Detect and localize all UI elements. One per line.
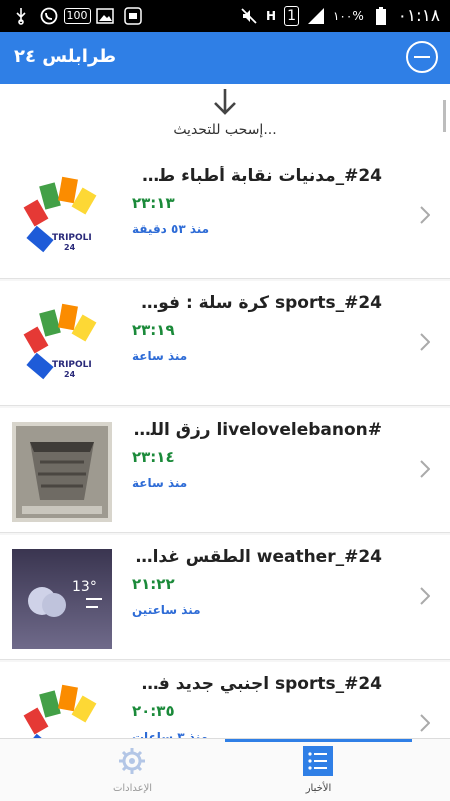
list-item[interactable]: 13° #24_weather الطقس غدا صاف ا.. ٢١:٢٢ … bbox=[0, 535, 450, 660]
image-icon bbox=[96, 7, 114, 25]
item-time: ٢٣:١٤ bbox=[132, 448, 175, 466]
svg-text:24: 24 bbox=[64, 370, 76, 379]
item-ago: منذ ساعة bbox=[132, 476, 188, 490]
app-icon bbox=[124, 7, 142, 25]
tripoli-24-logo: TRIPOLI 24 bbox=[23, 303, 97, 380]
svg-text:TRIPOLI: TRIPOLI bbox=[52, 233, 92, 243]
list-icon bbox=[303, 746, 333, 776]
news-list: TRIPOLI 24 #24_مدنيات نقابة أطباء طرابلس… bbox=[0, 154, 450, 738]
list-item[interactable]: TRIPOLI 24 #24_sports اجنبي جديد في صفوف… bbox=[0, 662, 450, 738]
scrollbar[interactable] bbox=[443, 100, 446, 132]
pull-to-refresh[interactable]: ...إسحب للتحديث bbox=[0, 84, 450, 155]
usb-icon bbox=[12, 7, 30, 25]
weather-widget-thumbnail: 13° bbox=[12, 549, 112, 649]
list-item[interactable]: #livelovelebanon رزق الله، صور.. ٢٣:١٤ م… bbox=[0, 408, 450, 533]
network-type: H bbox=[266, 9, 277, 23]
app-header: طرابلس ٢٤ bbox=[0, 32, 450, 84]
item-time: ٢٠:٣٥ bbox=[132, 702, 175, 720]
notification-badge: 100 bbox=[63, 8, 91, 24]
item-title: #24_sports اجنبي جديد في صفوفي bbox=[132, 674, 382, 694]
item-title: #livelovelebanon رزق الله، صور.. bbox=[132, 420, 382, 440]
item-title: #24_مدنيات نقابة أطباء طرابلس استن... bbox=[132, 166, 382, 186]
refresh-label: ...إسحب للتحديث bbox=[173, 122, 277, 138]
svg-text:TRIPOLI: TRIPOLI bbox=[52, 360, 92, 370]
item-time: ٢٣:١٣ bbox=[132, 194, 175, 212]
signal-icon bbox=[307, 7, 325, 25]
list-item[interactable]: TRIPOLI 24 #24_مدنيات نقابة أطباء طرابلس… bbox=[0, 154, 450, 279]
battery-percent: ١٠٠% bbox=[332, 9, 364, 23]
clock: ٠١:١٨ bbox=[397, 6, 440, 26]
chevron-right-icon bbox=[420, 460, 430, 478]
chevron-right-icon bbox=[420, 587, 430, 605]
whatsapp-icon bbox=[40, 7, 58, 25]
item-time: ٢١:٢٢ bbox=[132, 575, 175, 593]
battery-icon bbox=[372, 7, 390, 25]
mute-icon bbox=[240, 7, 258, 25]
tab-settings-label: الإعدادات bbox=[112, 783, 153, 794]
status-left: 100 bbox=[0, 7, 142, 25]
item-ago: منذ ساعتين bbox=[132, 603, 201, 617]
chevron-right-icon bbox=[420, 206, 430, 224]
tripoli-24-logo: TRIPOLI 24 bbox=[23, 176, 97, 253]
item-title: #24_weather الطقس غدا صاف ا.. bbox=[132, 547, 382, 567]
storage-icon: 100 bbox=[63, 7, 91, 25]
tab-settings[interactable]: الإعدادات bbox=[20, 739, 245, 801]
item-ago: منذ ٣ ساعات bbox=[132, 730, 209, 738]
page-title: طرابلس ٢٤ bbox=[14, 46, 117, 67]
status-right: H 1 ١٠٠% ٠١:١٨ bbox=[240, 0, 440, 32]
photo-basket-thumbnail bbox=[12, 422, 112, 522]
item-ago: منذ ٥٣ دقيقة bbox=[132, 222, 210, 236]
chevron-right-icon bbox=[420, 714, 430, 732]
svg-text:13°: 13° bbox=[72, 579, 97, 595]
bottom-nav: الأخبار الإعدادات bbox=[0, 738, 450, 801]
chevron-right-icon bbox=[420, 333, 430, 351]
item-time: ٢٣:١٩ bbox=[132, 321, 175, 339]
arrow-down-icon bbox=[214, 89, 236, 115]
status-bar: 100 H 1 ١٠٠% ٠١:١٨ bbox=[0, 0, 450, 32]
gear-icon bbox=[119, 748, 145, 774]
list-item[interactable]: TRIPOLI 24 #24_sports كرة سلة : فوز التض… bbox=[0, 281, 450, 406]
minus-circle-icon[interactable] bbox=[406, 41, 438, 73]
sim-slot: 1 bbox=[284, 6, 299, 26]
item-title: #24_sports كرة سلة : فوز التضام.. bbox=[132, 293, 382, 313]
svg-text:24: 24 bbox=[64, 243, 76, 252]
tripoli-24-logo: TRIPOLI 24 bbox=[23, 684, 97, 738]
item-ago: منذ ساعة bbox=[132, 349, 188, 363]
